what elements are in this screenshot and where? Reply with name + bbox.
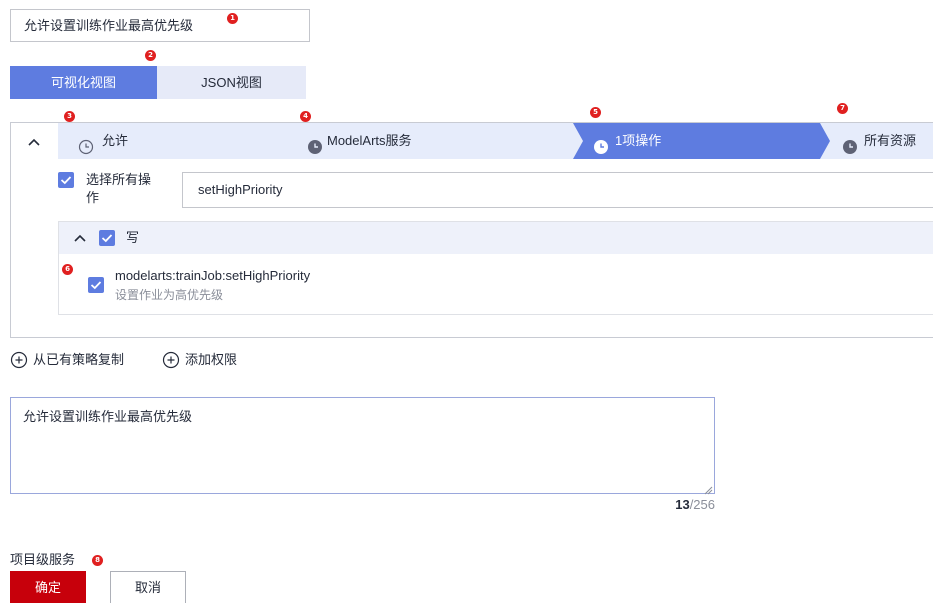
action-item-name: modelarts:trainJob:setHighPriority bbox=[115, 268, 311, 283]
plus-circle-icon bbox=[10, 351, 28, 369]
group-write-label: 写 bbox=[126, 230, 140, 245]
annotation-marker-7: 7 bbox=[837, 103, 848, 114]
annotation-marker-2: 2 bbox=[145, 50, 156, 61]
clock-filled-icon bbox=[593, 133, 609, 149]
clock-outline-icon bbox=[78, 133, 94, 149]
step-actions-label: 1项操作 bbox=[615, 133, 662, 148]
resize-grip-icon[interactable] bbox=[703, 482, 713, 495]
action-item-checkbox[interactable] bbox=[88, 277, 104, 293]
group-collapse-chevron-up-icon[interactable] bbox=[72, 230, 88, 246]
copy-from-policy-label: 从已有策略复制 bbox=[33, 352, 125, 367]
step-effect-allow[interactable]: 允许 bbox=[58, 123, 298, 159]
step-effect-label: 允许 bbox=[102, 133, 129, 148]
tab-visual-view[interactable]: 可视化视图 bbox=[10, 66, 157, 99]
copy-from-policy-link[interactable]: 从已有策略复制 bbox=[10, 351, 140, 369]
policy-name-input[interactable]: 允许设置训练作业最高优先级 bbox=[10, 9, 310, 42]
char-count: 13 bbox=[675, 497, 690, 512]
clock-filled-icon bbox=[307, 133, 323, 149]
annotation-marker-5: 5 bbox=[590, 107, 601, 118]
action-search-input[interactable]: setHighPriority bbox=[182, 172, 933, 208]
step-resources[interactable]: 所有资源 bbox=[820, 123, 933, 159]
add-permission-link[interactable]: 添加权限 bbox=[162, 351, 252, 369]
annotation-marker-1: 1 bbox=[227, 13, 238, 24]
tab-json-view[interactable]: JSON视图 bbox=[157, 66, 306, 99]
collapse-chevron-up-icon[interactable] bbox=[26, 134, 42, 150]
select-all-label-line1: 选择所有操 bbox=[86, 172, 152, 187]
annotation-marker-8: 8 bbox=[92, 555, 103, 566]
char-max: /256 bbox=[689, 497, 715, 512]
step-service[interactable]: ModelArts服务 bbox=[285, 123, 585, 159]
annotation-marker-4: 4 bbox=[300, 111, 311, 122]
select-all-label-line2: 作 bbox=[86, 190, 100, 205]
add-permission-label: 添加权限 bbox=[185, 352, 238, 367]
clock-filled-icon bbox=[842, 133, 858, 149]
action-item-description: 设置作业为高优先级 bbox=[115, 288, 224, 302]
annotation-marker-6: 6 bbox=[62, 264, 73, 275]
step-service-label: ModelArts服务 bbox=[327, 133, 412, 148]
annotation-marker-3: 3 bbox=[64, 111, 75, 122]
select-all-checkbox[interactable] bbox=[58, 172, 74, 188]
plus-circle-icon bbox=[162, 351, 180, 369]
scope-label: 项目级服务 bbox=[10, 552, 76, 567]
cancel-button[interactable]: 取消 bbox=[110, 571, 186, 603]
action-group-header bbox=[59, 222, 933, 254]
step-actions[interactable]: 1项操作 bbox=[573, 123, 833, 159]
group-write-checkbox[interactable] bbox=[99, 230, 115, 246]
policy-description-textarea[interactable]: 允许设置训练作业最高优先级 bbox=[10, 397, 715, 494]
confirm-button[interactable]: 确定 bbox=[10, 571, 86, 603]
char-counter: 13/256 bbox=[640, 497, 715, 512]
step-resources-label: 所有资源 bbox=[864, 133, 917, 148]
